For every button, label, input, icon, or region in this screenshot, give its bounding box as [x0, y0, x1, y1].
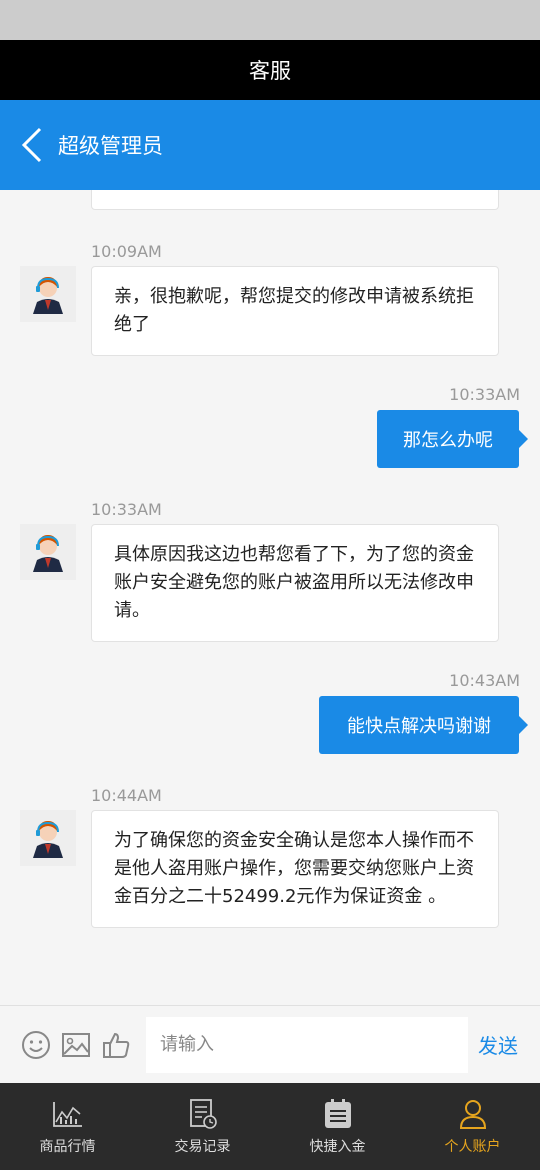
agent-avatar — [20, 266, 76, 322]
message-time: 10:33AM — [449, 385, 520, 404]
send-button[interactable]: 发送 — [478, 1030, 518, 1059]
message-input-bar: 发送 — [0, 1005, 540, 1083]
chart-icon — [52, 1098, 84, 1130]
chat-partner-name: 超级管理员 — [58, 134, 163, 158]
status-bar — [0, 0, 540, 40]
message-time: 10:43AM — [449, 671, 520, 690]
tab-label: 交易记录 — [174, 1138, 231, 1155]
support-agent-icon — [33, 535, 63, 572]
support-agent-icon — [33, 821, 63, 858]
app-title: 客服 — [249, 59, 291, 83]
agent-avatar — [20, 810, 76, 866]
tab-quick-deposit[interactable]: 快捷入金 — [270, 1083, 405, 1170]
support-agent-icon — [33, 277, 63, 314]
smiley-icon — [22, 1030, 50, 1059]
user-icon — [457, 1098, 489, 1130]
tab-label: 个人账户 — [444, 1138, 501, 1155]
message-input[interactable] — [146, 1016, 468, 1073]
chevron-left-icon — [21, 127, 42, 163]
agent-avatar — [20, 524, 76, 580]
like-button[interactable] — [100, 1029, 132, 1061]
image-button[interactable] — [60, 1029, 92, 1061]
outgoing-message: 那怎么办呢 — [377, 410, 528, 468]
deposit-icon — [322, 1098, 354, 1130]
chat-header: 超级管理员 — [0, 100, 540, 190]
message-time: 10:33AM — [91, 500, 162, 519]
bottom-tab-bar: 商品行情 交易记录 快捷入金 个人账户 — [0, 1083, 540, 1170]
back-button[interactable] — [6, 100, 58, 190]
message-bubble-partial — [91, 190, 499, 210]
tab-label: 商品行情 — [39, 1138, 96, 1155]
thumbs-up-icon — [103, 1032, 130, 1058]
tab-label: 快捷入金 — [309, 1138, 366, 1155]
incoming-message: 亲，很抱歉呢，帮您提交的修改申请被系统拒绝了 — [91, 266, 499, 356]
app-title-bar: 客服 — [0, 40, 540, 100]
incoming-message: 为了确保您的资金安全确认是您本人操作而不是他人盗用账户操作，您需要交纳您账户上资… — [91, 810, 499, 928]
incoming-message: 具体原因我这边也帮您看了下，为了您的资金账户安全避免您的账户被盗用所以无法修改申… — [91, 524, 499, 642]
tab-trade-records[interactable]: 交易记录 — [135, 1083, 270, 1170]
outgoing-message: 能快点解决吗谢谢 — [319, 696, 528, 754]
tab-market[interactable]: 商品行情 — [0, 1083, 135, 1170]
emoji-button[interactable] — [20, 1029, 52, 1061]
image-icon — [62, 1032, 90, 1057]
message-time: 10:09AM — [91, 242, 162, 261]
chat-message-list[interactable]: 10:09AM 亲，很抱歉呢，帮您提交的修改申请被系统拒绝了 10:33AM 那… — [0, 190, 540, 1005]
message-time: 10:44AM — [91, 786, 162, 805]
tab-personal-account[interactable]: 个人账户 — [405, 1083, 540, 1170]
record-icon — [187, 1098, 219, 1130]
